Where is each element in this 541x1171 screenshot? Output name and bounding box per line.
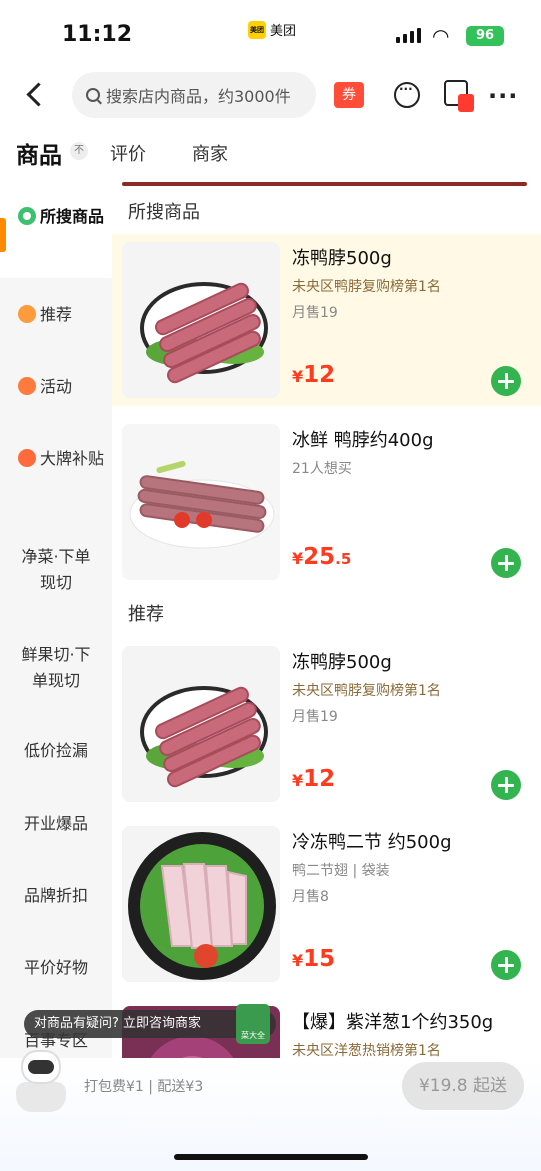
product-sales: 月售19	[292, 709, 338, 725]
product-image	[122, 424, 280, 580]
sidebar-item-brand-discount[interactable]: 品牌折扣	[0, 883, 112, 909]
assistant-robot-icon[interactable]	[12, 1050, 70, 1114]
sidebar-item-recommended[interactable]: 推荐	[0, 302, 112, 328]
sidebar-item-brand-subsidy[interactable]: 大牌补贴	[0, 446, 112, 472]
coupon-button[interactable]: 券	[334, 82, 364, 108]
tab-badge: 不	[70, 142, 88, 160]
tab-merchant[interactable]: 商家	[192, 140, 228, 166]
product-card[interactable]: 冻鸭脖500g 未央区鸭脖复购榜第1名 月售19 ¥12	[112, 638, 541, 810]
recommend-icon	[18, 305, 36, 323]
home-indicator	[174, 1154, 368, 1160]
price-integer: 15	[303, 946, 336, 972]
product-name: 冻鸭脖500g	[292, 248, 392, 269]
product-rank: 未央区鸭脖复购榜第1名	[292, 683, 441, 699]
tab-bar: 商品 不 评价 商家	[0, 126, 541, 178]
sidebar-item-cut-veg[interactable]: 净菜·下单现切	[0, 544, 112, 596]
product-image	[122, 242, 280, 398]
product-card[interactable]: 冻鸭脖500g 未央区鸭脖复购榜第1名 月售19 ¥12	[112, 234, 541, 406]
product-sales: 月售19	[292, 305, 338, 321]
currency-symbol: ¥	[292, 549, 304, 568]
red-envelope-icon	[458, 94, 474, 112]
nav-bar: 搜索店内商品，约3000件 券 ···	[0, 66, 541, 126]
sidebar-item-label: 大牌补贴	[40, 449, 105, 468]
more-icon[interactable]: ···	[488, 82, 518, 110]
veg-badge: 菜大全	[236, 1004, 270, 1044]
section-title-searched: 所搜商品	[128, 202, 200, 223]
product-spec: 鸭二节翅 | 袋装	[292, 863, 390, 879]
checkout-button[interactable]: ¥19.8 起送	[402, 1062, 524, 1110]
wifi-icon: ◠	[432, 24, 450, 48]
product-card[interactable]: 冰鲜 鸭脖约400g 21人想买 ¥25.5	[112, 416, 541, 588]
sidebar-item-activity[interactable]: 活动	[0, 374, 112, 400]
price-integer: 12	[303, 362, 336, 388]
product-rank: 未央区洋葱热销榜第1名	[292, 1043, 441, 1058]
active-indicator	[0, 218, 6, 252]
activity-icon	[18, 377, 36, 395]
add-to-cart-button[interactable]	[491, 548, 521, 578]
product-price: ¥25.5	[292, 544, 351, 570]
product-image	[122, 826, 280, 982]
status-bar: 11:12 美团 美团 ◠ 96	[0, 0, 541, 66]
status-time: 11:12	[62, 22, 133, 47]
price-decimal: .5	[335, 550, 352, 568]
product-price: ¥12	[292, 766, 335, 792]
add-to-cart-button[interactable]	[491, 950, 521, 980]
product-name: 冷冻鸭二节 约500g	[292, 832, 452, 853]
product-sales: 月售8	[292, 889, 329, 905]
status-app: 美团 美团	[248, 20, 296, 39]
currency-symbol: ¥	[292, 951, 304, 970]
sidebar-item-searched[interactable]: 所搜商品	[0, 178, 112, 278]
product-rank: 未央区鸭脖复购榜第1名	[292, 279, 441, 295]
product-card[interactable]: 冷冻鸭二节 约500g 鸭二节翅 | 袋装 月售8 ¥15	[112, 818, 541, 990]
cart-bar: 打包费¥1 | 配送¥3 ¥19.8 起送	[0, 1050, 541, 1171]
banner-edge	[122, 182, 527, 186]
price-integer: 12	[303, 766, 336, 792]
currency-symbol: ¥	[292, 771, 304, 790]
tab-reviews[interactable]: 评价	[110, 140, 146, 166]
product-price: ¥15	[292, 946, 335, 972]
share-icon[interactable]	[444, 80, 474, 112]
search-input[interactable]: 搜索店内商品，约3000件	[72, 72, 316, 118]
meituan-logo-icon: 美团	[248, 20, 266, 39]
fee-info: 打包费¥1 | 配送¥3	[84, 1079, 204, 1095]
add-to-cart-button[interactable]	[491, 770, 521, 800]
sidebar-item-affordable[interactable]: 平价好物	[0, 955, 112, 981]
category-sidebar: 所搜商品 推荐 活动 大牌补贴 净菜·下单现切 鲜果切·下单现切 低价捡漏 开业…	[0, 178, 112, 1058]
currency-symbol: ¥	[292, 367, 304, 386]
tab-products[interactable]: 商品	[14, 136, 62, 170]
sidebar-item-label: 活动	[40, 377, 73, 396]
product-name: 冻鸭脖500g	[292, 652, 392, 673]
back-icon[interactable]	[22, 80, 52, 110]
search-icon	[86, 88, 100, 102]
sidebar-item-label: 推荐	[40, 305, 73, 324]
brand-subsidy-icon	[18, 449, 36, 467]
product-price: ¥12	[292, 362, 335, 388]
product-list: 所搜商品 冻鸭脖500g 未央区鸭脖复购榜第1名 月售19 ¥12 冰鲜 鸭脖约…	[112, 178, 541, 1058]
sidebar-item-label: 所搜商品	[40, 207, 105, 226]
search-placeholder: 搜索店内商品，约3000件	[106, 87, 291, 106]
battery-icon: 96	[466, 26, 504, 46]
chat-icon[interactable]	[394, 82, 420, 108]
product-image	[122, 646, 280, 802]
product-name: 【爆】紫洋葱1个约350g	[292, 1012, 494, 1033]
signal-icon	[396, 28, 421, 43]
sidebar-item-opening-hits[interactable]: 开业爆品	[0, 811, 112, 837]
product-wants: 21人想买	[292, 461, 352, 477]
price-integer: 25	[303, 544, 336, 570]
sidebar-item-cut-fruit[interactable]: 鲜果切·下单现切	[0, 642, 112, 694]
search-category-icon	[18, 207, 36, 225]
section-title-recommended: 推荐	[128, 604, 164, 625]
add-to-cart-button[interactable]	[491, 366, 521, 396]
status-app-name: 美团	[270, 24, 297, 39]
product-name: 冰鲜 鸭脖约400g	[292, 430, 434, 451]
sidebar-item-bargain[interactable]: 低价捡漏	[0, 738, 112, 764]
